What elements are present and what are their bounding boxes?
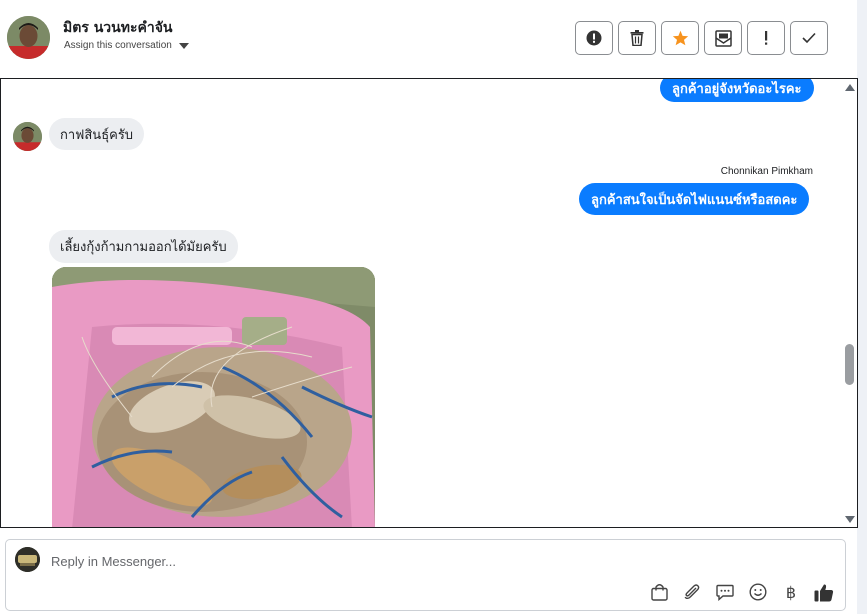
assign-conversation-dropdown[interactable]: Assign this conversation <box>64 40 189 51</box>
saved-reply-icon[interactable] <box>714 581 736 603</box>
follow-up-button[interactable] <box>747 21 785 55</box>
messenger-conversation-view: มิตร นวนทะคำจัน Assign this conversation <box>0 0 867 614</box>
contact-avatar-small[interactable] <box>13 122 42 151</box>
message-bubble-incoming[interactable]: กาฟสินธุ์ครับ <box>49 118 145 150</box>
caret-down-icon <box>178 42 189 49</box>
thread-scrollbar[interactable] <box>842 79 857 527</box>
check-icon <box>802 32 816 44</box>
right-panel-edge <box>857 0 867 614</box>
baht-symbol: ฿ <box>785 582 797 602</box>
star-button[interactable] <box>661 21 699 55</box>
alert-circle-icon <box>586 30 602 46</box>
spam-button[interactable] <box>575 21 613 55</box>
trash-icon <box>630 30 644 46</box>
message-bubble-incoming[interactable]: เลี้ยงกุ้งก้ามกามออกได้มัยครับ <box>49 230 238 263</box>
page-avatar <box>15 547 40 572</box>
shopping-bag-icon[interactable] <box>648 581 670 603</box>
reply-input[interactable] <box>51 550 811 572</box>
message-text: ลูกค้าอยู่จังหวัดอะไรคะ <box>672 81 802 97</box>
exclamation-icon <box>763 30 769 46</box>
baht-icon[interactable]: ฿ <box>780 581 802 603</box>
scroll-down-arrow-icon[interactable] <box>845 516 855 523</box>
message-text: ลูกค้าสนใจเป็นจัดไฟแนนซ์หรือสดคะ <box>591 192 798 208</box>
message-image[interactable] <box>52 267 375 527</box>
done-button[interactable] <box>790 21 828 55</box>
scroll-thumb[interactable] <box>845 344 854 385</box>
paperclip-icon[interactable] <box>681 581 703 603</box>
scroll-up-arrow-icon[interactable] <box>845 84 855 91</box>
mail-icon <box>714 29 732 47</box>
message-bubble-outgoing[interactable]: ลูกค้าสนใจเป็นจัดไฟแนนซ์หรือสดคะ <box>579 183 810 215</box>
star-icon <box>672 30 689 46</box>
sender-name: Chonnikan Pimkham <box>720 166 813 177</box>
conversation-header: มิตร นวนทะคำจัน Assign this conversation <box>0 0 857 78</box>
composer-toolbar: ฿ <box>648 581 835 603</box>
message-text: กาฟสินธุ์ครับ <box>60 127 134 143</box>
reply-composer: ฿ <box>5 539 846 611</box>
conversation-actions <box>575 21 828 55</box>
emoji-icon[interactable] <box>747 581 769 603</box>
thumbs-up-icon[interactable] <box>813 581 835 603</box>
message-bubble-outgoing[interactable]: ลูกค้าอยู่จังหวัดอะไรคะ <box>660 79 814 102</box>
message-text: เลี้ยงกุ้งก้ามกามออกได้มัยครับ <box>60 240 227 255</box>
delete-button[interactable] <box>618 21 656 55</box>
message-thread[interactable]: ลูกค้าอยู่จังหวัดอะไรคะ กาฟสินธุ์ครับ Ch… <box>0 78 858 528</box>
contact-name[interactable]: มิตร นวนทะคำจัน <box>63 17 172 39</box>
assign-label: Assign this conversation <box>64 40 172 51</box>
contact-avatar[interactable] <box>7 16 50 59</box>
mark-unread-button[interactable] <box>704 21 742 55</box>
